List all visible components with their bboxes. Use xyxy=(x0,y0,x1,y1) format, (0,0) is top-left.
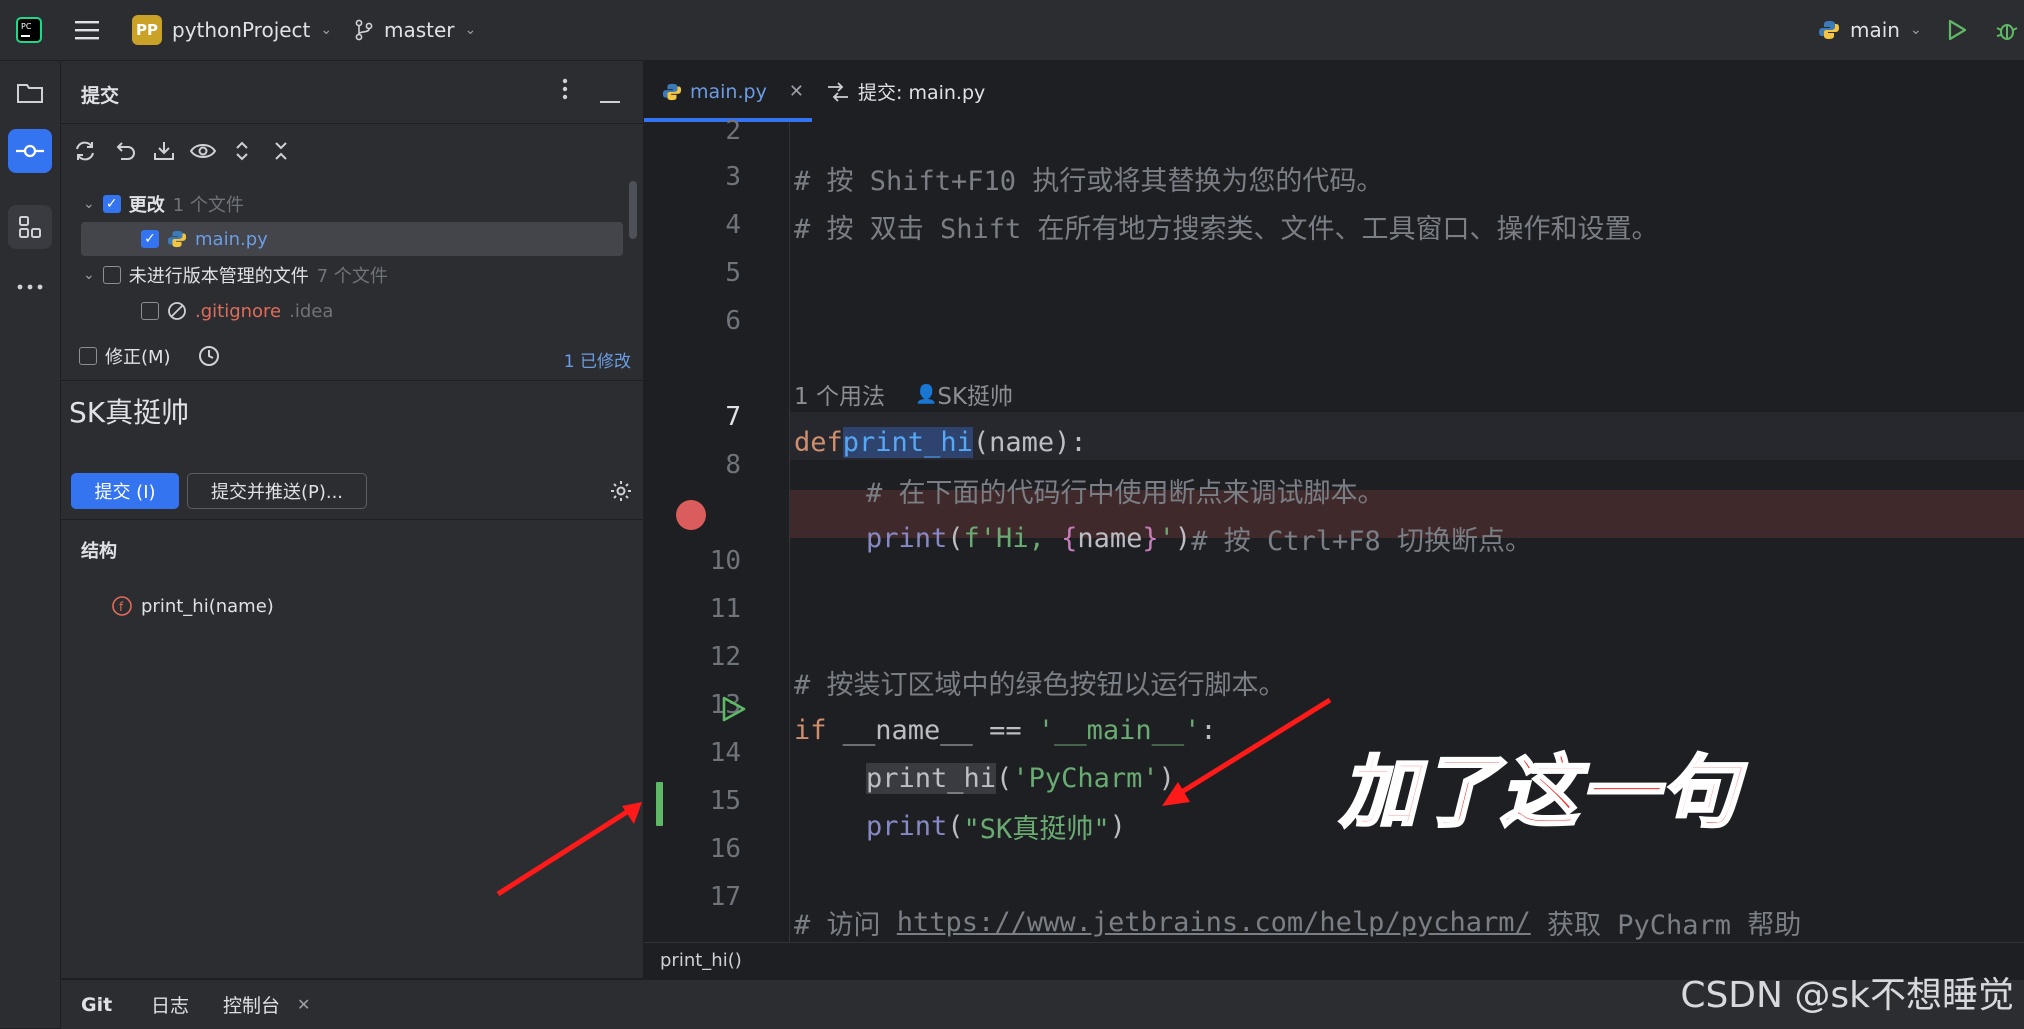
arrow-head xyxy=(1162,782,1190,806)
tab-log[interactable]: 日志 xyxy=(151,980,189,1029)
tab-git[interactable]: Git xyxy=(81,980,112,1029)
arrow-to-code xyxy=(1170,697,1332,801)
close-icon[interactable]: ✕ xyxy=(297,980,310,1029)
breadcrumb-item[interactable]: print_hi() xyxy=(660,950,742,971)
arrow-to-gutter xyxy=(496,807,632,897)
tab-console[interactable]: 控制台 xyxy=(223,980,280,1029)
annotation-arrows xyxy=(496,697,1332,897)
watermark: CSDN @sk不想睡觉 xyxy=(1680,975,2014,1016)
